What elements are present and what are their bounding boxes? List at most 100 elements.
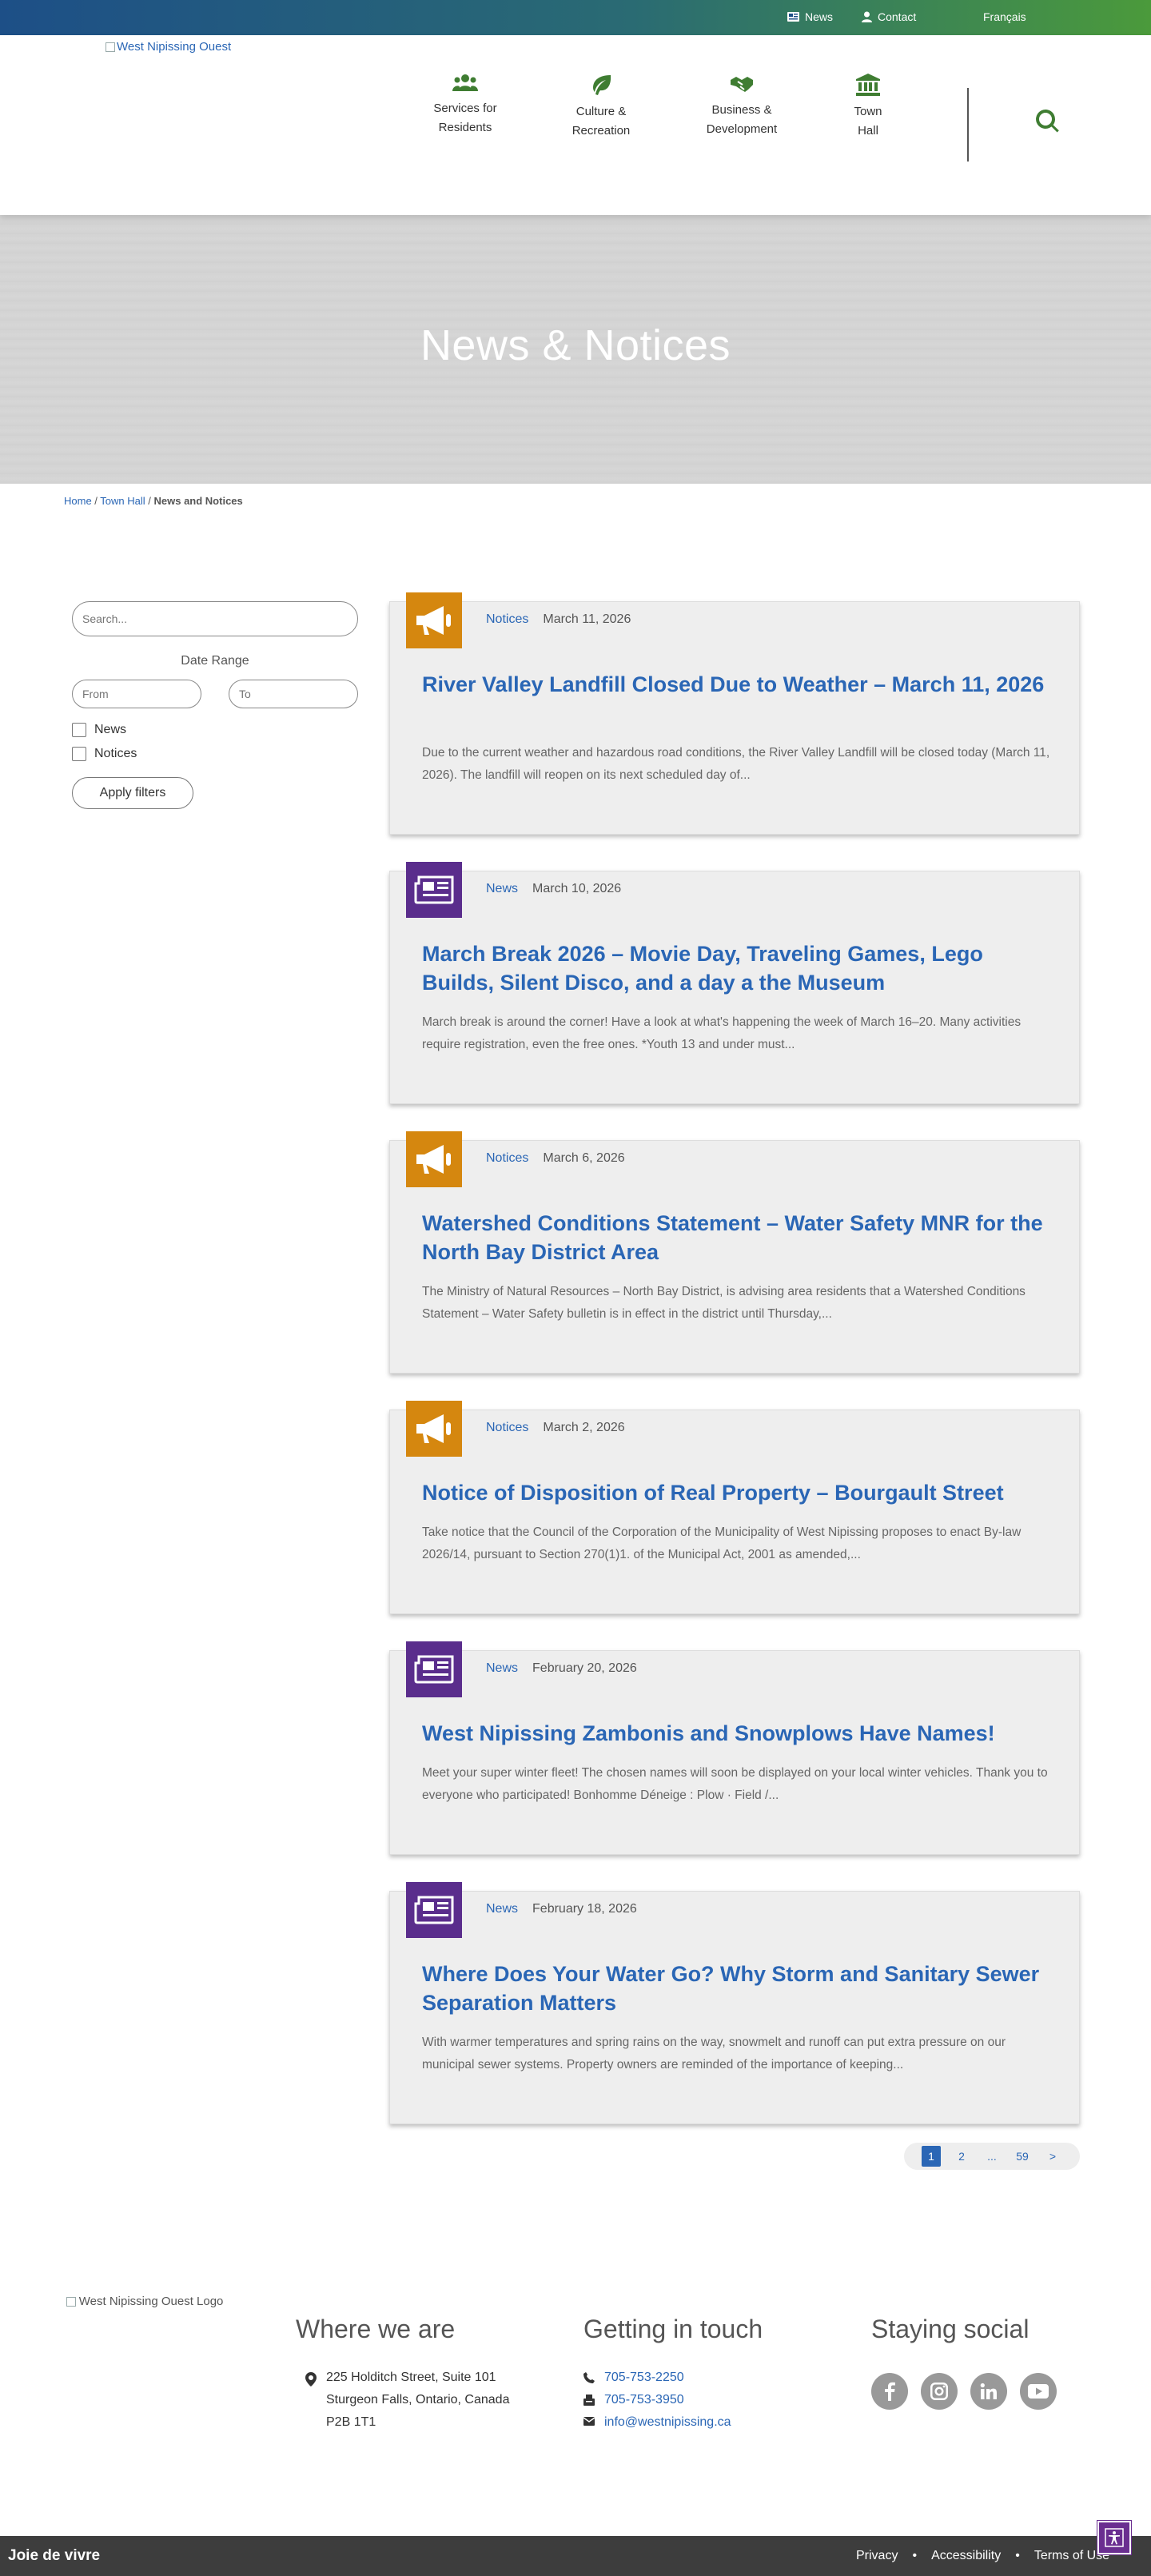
article-category[interactable]: Notices [486, 1421, 528, 1435]
article-category[interactable]: News [486, 882, 518, 896]
privacy-link[interactable]: Privacy [856, 2549, 898, 2563]
filter-option-label: Notices [94, 747, 137, 760]
notices-badge [406, 1401, 462, 1457]
address-block: 225 Holditch Street, Suite 101 Sturgeon … [326, 2367, 509, 2434]
accessibility-link[interactable]: Accessibility [931, 2549, 1001, 2563]
breadcrumb-separator: / [91, 495, 101, 507]
email-row: info@westnipissing.ca [583, 2411, 763, 2434]
article-excerpt: Take notice that the Council of the Corp… [422, 1525, 1022, 1561]
article-card[interactable]: Notices March 2, 2026 Notice of Disposit… [389, 1401, 1080, 1614]
article-card[interactable]: News February 18, 2026 Where Does Your W… [389, 1882, 1080, 2124]
article-title[interactable]: Where Does Your Water Go? Why Storm and … [422, 1960, 1053, 2017]
notices-badge [406, 1131, 462, 1187]
news-checkbox[interactable] [72, 723, 86, 737]
phone-link[interactable]: 705-753-2250 [604, 2367, 684, 2389]
facebook-icon [885, 2382, 895, 2401]
news-badge [406, 1882, 462, 1938]
page-last-link[interactable]: 59 [1013, 2146, 1032, 2167]
article-date: February 18, 2026 [532, 1902, 637, 1916]
email-link[interactable]: info@westnipissing.ca [604, 2411, 731, 2434]
youtube-link[interactable] [1020, 2373, 1057, 2410]
breadcrumb: Home / Town Hall / News and Notices [64, 495, 243, 507]
nav-label-line2: Hall [858, 124, 878, 138]
article-excerpt: Meet your super winter fleet! The chosen… [422, 1766, 1048, 1802]
article-excerpt: With warmer temperatures and spring rain… [422, 2036, 1006, 2072]
article-card[interactable]: News February 20, 2026 West Nipissing Za… [389, 1641, 1080, 1855]
nav-town-hall[interactable]: Town Hall [820, 74, 916, 141]
article-date: March 6, 2026 [543, 1151, 625, 1165]
instagram-link[interactable] [921, 2373, 958, 2410]
page-1-link[interactable]: 1 [922, 2146, 941, 2167]
article-title[interactable]: March Break 2026 – Movie Day, Traveling … [422, 939, 1053, 997]
article-title[interactable]: River Valley Landfill Closed Due to Weat… [422, 670, 1053, 699]
article-card[interactable]: News March 10, 2026 March Break 2026 – M… [389, 862, 1080, 1104]
site-logo[interactable]: West Nipissing Ouest [106, 40, 231, 54]
facebook-link[interactable] [871, 2373, 908, 2410]
instagram-icon [930, 2383, 948, 2400]
top-news-link[interactable]: News [787, 10, 833, 23]
search-input[interactable] [72, 601, 358, 636]
page-2-link[interactable]: 2 [952, 2146, 971, 2167]
address-line: P2B 1T1 [326, 2415, 376, 2429]
date-from-input[interactable] [72, 680, 201, 708]
next-page-link[interactable]: > [1043, 2146, 1062, 2167]
accessibility-widget-button[interactable] [1097, 2520, 1132, 2555]
article-category[interactable]: Notices [486, 612, 528, 627]
footer-tagline: Joie de vivre [8, 2547, 101, 2564]
header-search-button[interactable] [1036, 110, 1060, 138]
page-ellipsis: ... [987, 2150, 997, 2163]
article-date: March 11, 2026 [543, 612, 631, 626]
megaphone-icon [416, 606, 451, 635]
pagination: 1 2 ... 59 > [904, 2143, 1080, 2170]
filter-news-option[interactable]: News [72, 723, 358, 737]
address-line: 225 Holditch Street, Suite 101 [326, 2371, 496, 2384]
town-hall-icon [856, 74, 880, 96]
nav-label-line1: Services for [433, 102, 497, 115]
breadcrumb-town-hall[interactable]: Town Hall [100, 495, 145, 507]
article-category[interactable]: Notices [486, 1151, 528, 1166]
nav-label-line1: Town [854, 105, 882, 118]
article-card[interactable]: Notices March 6, 2026 Watershed Conditio… [389, 1131, 1080, 1374]
fax-link[interactable]: 705-753-3950 [604, 2389, 684, 2411]
nav-business-development[interactable]: Business & Development [694, 74, 790, 139]
newspaper-icon [414, 875, 454, 904]
article-card[interactable]: Notices March 11, 2026 River Valley Land… [389, 592, 1080, 835]
date-range-label: Date Range [181, 654, 249, 668]
accessibility-icon [1105, 2528, 1124, 2547]
nav-label-line1: Culture & [576, 105, 627, 118]
language-switch-link[interactable]: Français [983, 10, 1026, 23]
footer-contact: Getting in touch 705-753-2250 705-753-39… [583, 2315, 763, 2434]
linkedin-icon [980, 2383, 997, 2399]
apply-filters-button[interactable]: Apply filters [72, 777, 193, 809]
date-to-input[interactable] [229, 680, 358, 708]
footer-bottom-bar: Joie de vivre Privacy • Accessibility • … [0, 2536, 1151, 2576]
newspaper-icon [414, 1655, 454, 1684]
handshake-icon [731, 77, 753, 92]
article-title[interactable]: West Nipissing Zambonis and Snowplows Ha… [422, 1719, 1053, 1748]
nav-culture-recreation[interactable]: Culture & Recreation [553, 74, 649, 141]
nav-services-for-residents[interactable]: Services for Residents [417, 74, 513, 138]
youtube-icon [1028, 2384, 1049, 2399]
fax-row: 705-753-3950 [583, 2389, 763, 2411]
article-category[interactable]: News [486, 1902, 518, 1916]
page-title: News & Notices [420, 321, 731, 369]
article-title[interactable]: Watershed Conditions Statement – Water S… [422, 1209, 1053, 1266]
news-badge [406, 1641, 462, 1697]
filter-option-label: News [94, 723, 127, 736]
site-header: West Nipissing Ouest Services for Reside… [0, 35, 1151, 215]
nav-label-line1: Business & [711, 103, 772, 117]
breadcrumb-home[interactable]: Home [64, 495, 92, 507]
top-contact-link[interactable]: Contact [862, 10, 916, 23]
search-icon [1036, 110, 1059, 133]
linkedin-link[interactable] [970, 2373, 1007, 2410]
footer-logo: West Nipissing Ouest Logo [61, 2292, 229, 2311]
filter-notices-option[interactable]: Notices [72, 747, 358, 761]
link-separator: • [1015, 2549, 1020, 2562]
newspaper-icon [787, 12, 799, 22]
footer-where-title: Where we are [296, 2315, 456, 2343]
article-title[interactable]: Notice of Disposition of Real Property –… [422, 1478, 1053, 1507]
notices-checkbox[interactable] [72, 747, 86, 761]
address-line: Sturgeon Falls, Ontario, Canada [326, 2393, 510, 2407]
user-icon [862, 11, 872, 22]
article-category[interactable]: News [486, 1661, 518, 1676]
